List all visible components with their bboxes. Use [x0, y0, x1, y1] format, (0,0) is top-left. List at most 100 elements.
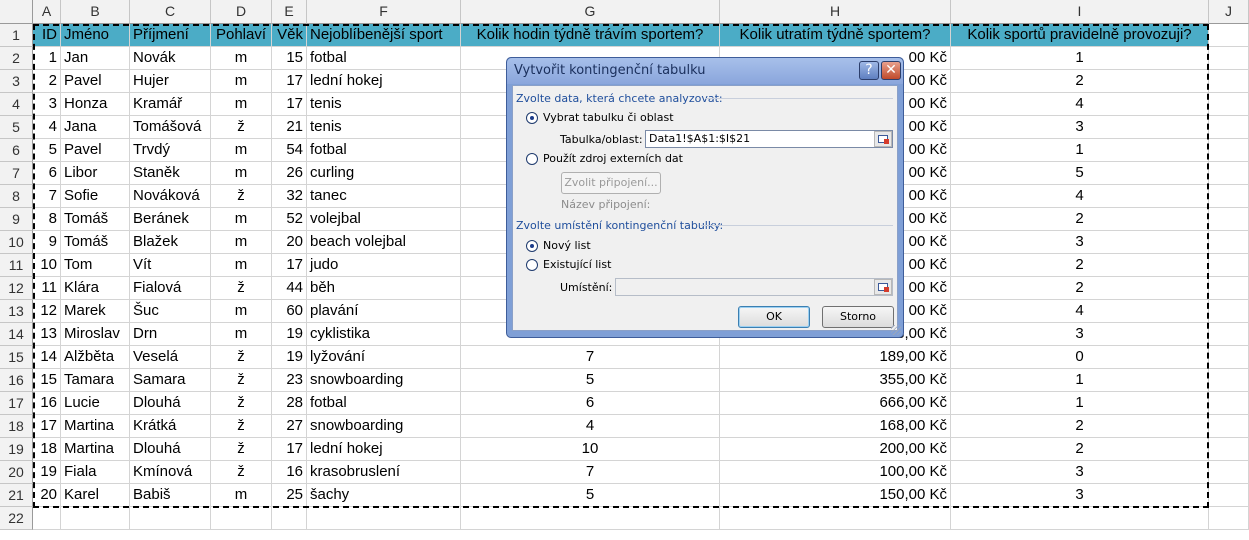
row-header[interactable]: 22 [0, 507, 33, 530]
column-header[interactable]: I [951, 0, 1209, 24]
table-cell[interactable]: Alžběta [61, 346, 130, 369]
table-cell[interactable]: 7 [461, 461, 720, 484]
table-cell[interactable]: Babiš [130, 484, 211, 507]
table-cell[interactable]: m [211, 70, 272, 93]
row-header[interactable]: 6 [0, 139, 33, 162]
table-cell[interactable]: 32 [272, 185, 307, 208]
table-cell[interactable]: 5 [461, 369, 720, 392]
table-cell[interactable]: Tomáš [61, 231, 130, 254]
table-cell[interactable]: 2 [951, 415, 1209, 438]
radio-new-sheet[interactable] [526, 240, 538, 252]
empty-cell[interactable] [1209, 185, 1249, 208]
empty-cell[interactable] [272, 507, 307, 530]
empty-cell[interactable] [307, 507, 461, 530]
empty-cell[interactable] [720, 507, 951, 530]
table-cell[interactable]: lední hokej [307, 70, 461, 93]
empty-cell[interactable] [1209, 24, 1249, 47]
row-header[interactable]: 10 [0, 231, 33, 254]
table-cell[interactable]: fotbal [307, 139, 461, 162]
empty-cell[interactable] [1209, 116, 1249, 139]
table-cell[interactable]: 44 [272, 277, 307, 300]
empty-cell[interactable] [461, 507, 720, 530]
table-cell[interactable]: Kmínová [130, 461, 211, 484]
table-cell[interactable]: 5 [33, 139, 61, 162]
table-cell[interactable]: Trvdý [130, 139, 211, 162]
table-cell[interactable]: 666,00 Kč [720, 392, 951, 415]
table-cell[interactable]: 19 [33, 461, 61, 484]
empty-cell[interactable] [61, 507, 130, 530]
table-cell[interactable]: 200,00 Kč [720, 438, 951, 461]
table-cell[interactable]: 17 [33, 415, 61, 438]
table-cell[interactable]: m [211, 139, 272, 162]
table-cell[interactable]: Marek [61, 300, 130, 323]
table-cell[interactable]: Klára [61, 277, 130, 300]
header-cell[interactable]: Kolik hodin týdně trávím sportem? [461, 24, 720, 47]
table-cell[interactable]: 2 [951, 70, 1209, 93]
table-cell[interactable]: ž [211, 415, 272, 438]
ok-button[interactable]: OK [738, 306, 810, 328]
table-cell[interactable]: 7 [33, 185, 61, 208]
table-cell[interactable]: Hujer [130, 70, 211, 93]
table-cell[interactable]: m [211, 323, 272, 346]
table-cell[interactable]: tenis [307, 116, 461, 139]
table-cell[interactable]: 26 [272, 162, 307, 185]
radio-select-table[interactable] [526, 112, 538, 124]
empty-cell[interactable] [1209, 392, 1249, 415]
table-cell[interactable]: ž [211, 392, 272, 415]
table-cell[interactable]: m [211, 208, 272, 231]
table-cell[interactable]: Novák [130, 47, 211, 70]
empty-cell[interactable] [1209, 323, 1249, 346]
table-cell[interactable]: snowboarding [307, 415, 461, 438]
header-cell[interactable]: Jméno [61, 24, 130, 47]
header-cell[interactable]: Nejoblíbenější sport [307, 24, 461, 47]
table-cell[interactable]: 3 [33, 93, 61, 116]
row-header[interactable]: 7 [0, 162, 33, 185]
table-cell[interactable]: 2 [33, 70, 61, 93]
table-cell[interactable]: běh [307, 277, 461, 300]
table-cell[interactable]: 4 [951, 300, 1209, 323]
empty-cell[interactable] [1209, 162, 1249, 185]
table-cell[interactable]: 3 [951, 116, 1209, 139]
column-header[interactable]: D [211, 0, 272, 24]
table-cell[interactable]: Blažek [130, 231, 211, 254]
empty-cell[interactable] [1209, 231, 1249, 254]
row-header[interactable]: 9 [0, 208, 33, 231]
table-cell[interactable]: Kramář [130, 93, 211, 116]
table-cell[interactable]: 27 [272, 415, 307, 438]
row-header[interactable]: 12 [0, 277, 33, 300]
dialog-title-bar[interactable]: Vytvořit kontingenční tabulku ? ✕ [507, 58, 903, 84]
table-cell[interactable]: 168,00 Kč [720, 415, 951, 438]
header-cell[interactable]: Věk [272, 24, 307, 47]
table-cell[interactable]: 1 [951, 369, 1209, 392]
empty-cell[interactable] [130, 507, 211, 530]
table-cell[interactable]: fotbal [307, 47, 461, 70]
table-cell[interactable]: 3 [951, 323, 1209, 346]
row-header[interactable]: 11 [0, 254, 33, 277]
empty-cell[interactable] [1209, 139, 1249, 162]
empty-cell[interactable] [951, 507, 1209, 530]
table-cell[interactable]: Tamara [61, 369, 130, 392]
table-cell[interactable]: 0 [951, 346, 1209, 369]
table-cell[interactable]: 9 [33, 231, 61, 254]
table-cell[interactable]: curling [307, 162, 461, 185]
table-cell[interactable]: 6 [33, 162, 61, 185]
column-header[interactable]: H [720, 0, 951, 24]
select-all-corner[interactable] [0, 0, 33, 24]
table-cell[interactable]: Lucie [61, 392, 130, 415]
table-cell[interactable]: šachy [307, 484, 461, 507]
column-header[interactable]: J [1209, 0, 1249, 24]
table-cell[interactable]: Krátká [130, 415, 211, 438]
empty-cell[interactable] [1209, 507, 1249, 530]
table-cell[interactable]: Miroslav [61, 323, 130, 346]
row-header[interactable]: 8 [0, 185, 33, 208]
table-cell[interactable]: 1 [33, 47, 61, 70]
table-cell[interactable]: 17 [272, 254, 307, 277]
empty-cell[interactable] [1209, 346, 1249, 369]
table-cell[interactable]: 20 [33, 484, 61, 507]
empty-cell[interactable] [1209, 208, 1249, 231]
row-header[interactable]: 19 [0, 438, 33, 461]
radio-new-sheet-label[interactable]: Nový list [543, 239, 591, 252]
table-cell[interactable]: 1 [951, 139, 1209, 162]
table-cell[interactable]: Dlouhá [130, 392, 211, 415]
table-cell[interactable]: Samara [130, 369, 211, 392]
